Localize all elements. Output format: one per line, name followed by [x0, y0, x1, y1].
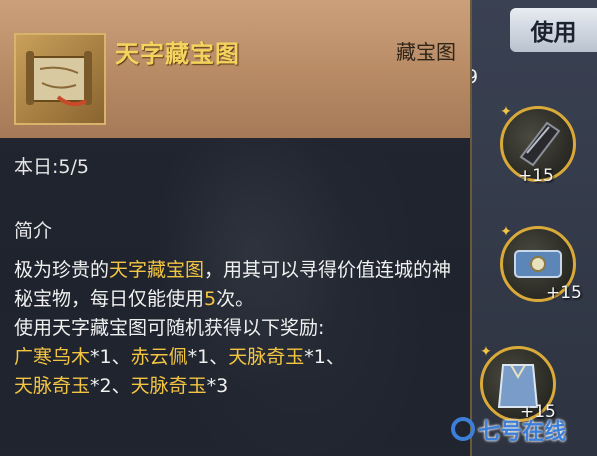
- reward-qty: *3: [206, 375, 229, 397]
- reward-name: 赤云佩: [130, 346, 188, 368]
- slot-enhance-level: +15: [518, 166, 554, 186]
- reward-qty: *2: [90, 375, 112, 397]
- treasure-map-scroll-icon: [26, 51, 92, 107]
- item-description: 极为珍贵的天字藏宝图，用其可以寻得价值连城的神秘宝物，每日仅能使用5次。 使用天…: [14, 256, 464, 401]
- reward-name: 天脉奇玉: [14, 375, 91, 397]
- use-button-label: 使用: [530, 20, 577, 46]
- reward-separator: 、: [325, 346, 345, 368]
- equip-mark-icon: ✦: [500, 224, 512, 240]
- reward-separator: 、: [111, 375, 131, 397]
- watermark-text: 七号在线: [478, 420, 567, 445]
- equip-mark-icon: ✦: [480, 344, 492, 360]
- desc-text: 次。: [216, 288, 255, 310]
- reward-name: 广寒乌木: [14, 346, 91, 368]
- item-icon-frame: [14, 33, 106, 125]
- desc-text: 极为珍贵的: [14, 259, 110, 281]
- reward-separator: 、: [209, 346, 229, 368]
- section-title-intro: 简介: [14, 220, 53, 242]
- item-tooltip: 天字藏宝图 藏宝图 本日:5/5 简介 极为珍贵的天字藏宝图，用其可以寻得价值连…: [0, 0, 472, 456]
- reward-qty: *1: [187, 346, 210, 368]
- slot-enhance-level: +15: [546, 283, 582, 303]
- item-name: 天字藏宝图: [115, 40, 240, 68]
- reward-separator: 、: [111, 346, 131, 368]
- daily-usage: 本日:5/5: [14, 156, 89, 178]
- desc-highlight: 天字藏宝图: [109, 259, 205, 281]
- reward-qty: *1: [304, 346, 326, 368]
- reward-intro: 使用天字藏宝图可随机获得以下奖励:: [14, 317, 325, 339]
- reward-name: 天脉奇玉: [130, 375, 207, 397]
- use-button[interactable]: 使用: [510, 8, 597, 52]
- item-type: 藏宝图: [396, 40, 456, 64]
- desc-highlight: 5: [204, 288, 217, 310]
- reward-qty: *1: [90, 346, 112, 368]
- watermark-logo-icon: [451, 417, 475, 441]
- reward-name: 天脉奇玉: [228, 346, 305, 368]
- equip-mark-icon: ✦: [500, 104, 512, 120]
